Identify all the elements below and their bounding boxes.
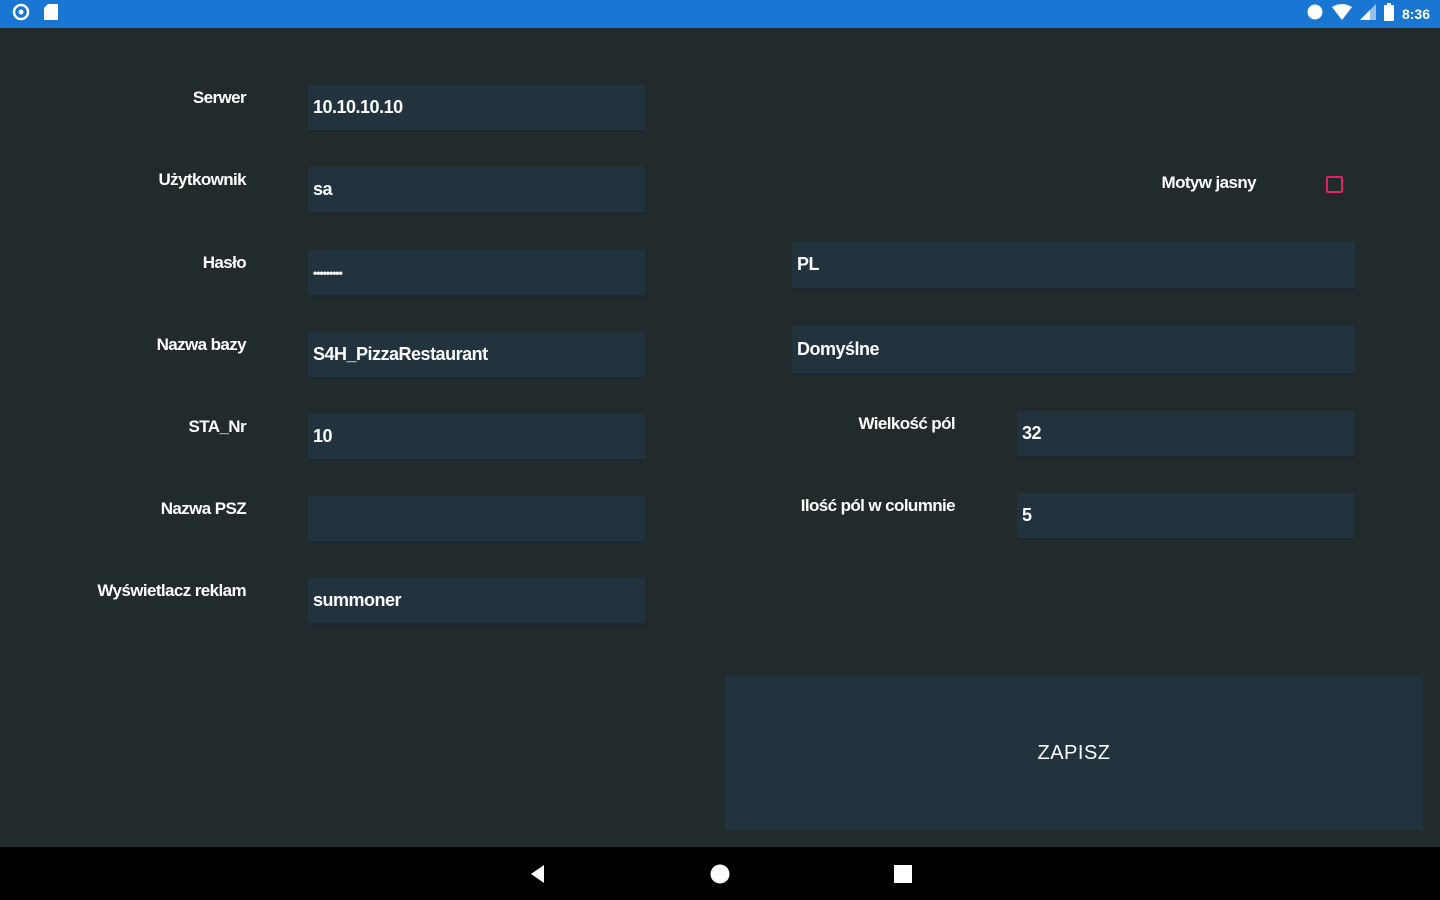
fields-per-column-input[interactable]: 5 xyxy=(1017,493,1354,540)
database-input[interactable]: S4H_PizzaRestaurant xyxy=(308,332,645,379)
light-theme-label: Motyw jasny xyxy=(1161,173,1257,192)
status-bar-left xyxy=(12,3,58,26)
battery-icon xyxy=(1383,2,1394,26)
circle-icon xyxy=(1306,3,1324,26)
psz-name-label: Nazwa PSZ xyxy=(160,499,247,518)
password-input[interactable]: ••••••••• xyxy=(308,250,645,297)
navigation-bar xyxy=(0,847,1440,900)
status-bar: 8:36 xyxy=(0,0,1440,28)
default-select[interactable]: Domyślne xyxy=(792,326,1355,375)
sd-card-icon xyxy=(44,3,58,25)
status-bar-right: 8:36 xyxy=(1306,2,1430,26)
status-time: 8:36 xyxy=(1401,6,1430,22)
language-select[interactable]: PL xyxy=(792,241,1355,290)
psz-name-input[interactable] xyxy=(308,496,645,543)
back-icon[interactable] xyxy=(527,863,549,885)
server-label: Serwer xyxy=(192,88,247,107)
sta-nr-input[interactable]: 10 xyxy=(308,414,645,461)
fields-per-column-label: Ilość pól w columnie xyxy=(800,496,956,515)
database-label: Nazwa bazy xyxy=(156,335,247,354)
recents-icon[interactable] xyxy=(892,863,914,885)
field-size-input[interactable]: 32 xyxy=(1017,411,1354,458)
user-input[interactable]: sa xyxy=(308,167,645,214)
ad-display-input[interactable]: summoner xyxy=(308,578,645,625)
ad-display-label: Wyświetlacz reklam xyxy=(97,581,246,600)
user-label: Użytkownik xyxy=(158,170,246,189)
light-theme-checkbox[interactable] xyxy=(1326,176,1343,193)
password-label: Hasło xyxy=(202,253,247,272)
server-input[interactable]: 10.10.10.10 xyxy=(308,85,645,132)
signal-icon xyxy=(1359,3,1376,25)
field-size-label: Wielkość pól xyxy=(858,414,955,433)
save-button[interactable]: ZAPISZ xyxy=(725,676,1423,830)
sta-nr-label: STA_Nr xyxy=(188,417,247,436)
home-icon[interactable] xyxy=(709,863,731,885)
wifi-icon xyxy=(1331,3,1352,25)
settings-circle-icon xyxy=(12,3,30,26)
